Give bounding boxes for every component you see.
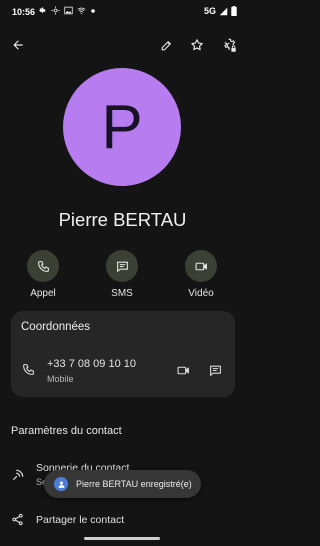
wifi-calling-icon xyxy=(77,6,86,15)
phone-icon xyxy=(23,364,34,375)
phone-icon xyxy=(37,260,49,272)
edit-button[interactable] xyxy=(156,35,176,55)
video-action-circle[interactable] xyxy=(185,250,217,282)
photo-icon xyxy=(64,6,73,15)
sms-action[interactable]: SMS xyxy=(92,250,152,299)
ringtone-icon-wrap xyxy=(11,468,25,487)
video-icon xyxy=(177,366,189,374)
call-action[interactable]: Appel xyxy=(13,250,73,299)
video-call-number-button[interactable] xyxy=(174,361,192,379)
account-icon xyxy=(54,477,68,491)
status-bar: 10:56 5G xyxy=(0,0,245,24)
battery-icon xyxy=(231,6,237,16)
edit-pencil-icon xyxy=(161,40,171,50)
ringtone-icon xyxy=(12,469,24,481)
video-action[interactable]: Vidéo xyxy=(171,250,231,299)
top-app-bar xyxy=(0,30,245,60)
back-arrow-icon xyxy=(13,40,23,50)
saved-snackbar: Pierre BERTAU enregistré(e) xyxy=(44,470,201,498)
message-icon xyxy=(209,365,221,376)
share-icon-wrap xyxy=(11,513,24,531)
status-right-icons: 5G xyxy=(204,6,237,16)
contact-settings-title: Paramètres du contact xyxy=(11,425,122,437)
share-contact-label: Partager le contact xyxy=(36,514,125,526)
sun-icon xyxy=(51,6,60,15)
phone-row-icon xyxy=(22,363,35,381)
sms-label: SMS xyxy=(111,288,133,299)
star-icon xyxy=(191,39,203,51)
status-left-icons xyxy=(38,6,96,15)
message-number-button[interactable] xyxy=(206,361,224,379)
video-icon xyxy=(195,262,207,270)
video-label: Vidéo xyxy=(188,288,214,299)
avatar-initial: P xyxy=(101,92,143,162)
signal-icon xyxy=(219,7,228,16)
dot-icon xyxy=(90,8,96,14)
share-icon xyxy=(12,513,23,526)
back-button[interactable] xyxy=(8,35,28,55)
settings-gear-icon xyxy=(38,6,47,15)
gesture-nav-bar[interactable] xyxy=(84,537,160,540)
contact-settings-button[interactable] xyxy=(219,35,239,55)
settings-lock-icon xyxy=(223,38,236,52)
network-type: 5G xyxy=(203,6,216,16)
status-time: 10:56 xyxy=(12,7,36,17)
contact-avatar: P xyxy=(63,68,181,186)
details-card-title: Coordonnées xyxy=(21,321,91,333)
contact-name: Pierre BERTAU xyxy=(58,209,187,230)
snackbar-text: Pierre BERTAU enregistré(e) xyxy=(76,479,192,489)
share-contact-row[interactable]: Partager le contact xyxy=(0,508,245,534)
phone-type: Mobile xyxy=(47,374,74,384)
phone-number[interactable]: +33 7 08 09 10 10 xyxy=(47,358,136,370)
contact-details-card: Coordonnées +33 7 08 09 10 10 Mobile xyxy=(11,311,235,397)
call-action-circle[interactable] xyxy=(27,250,59,282)
sms-action-circle[interactable] xyxy=(106,250,138,282)
message-icon xyxy=(116,261,128,272)
call-label: Appel xyxy=(30,288,56,299)
favorite-button[interactable] xyxy=(187,35,207,55)
